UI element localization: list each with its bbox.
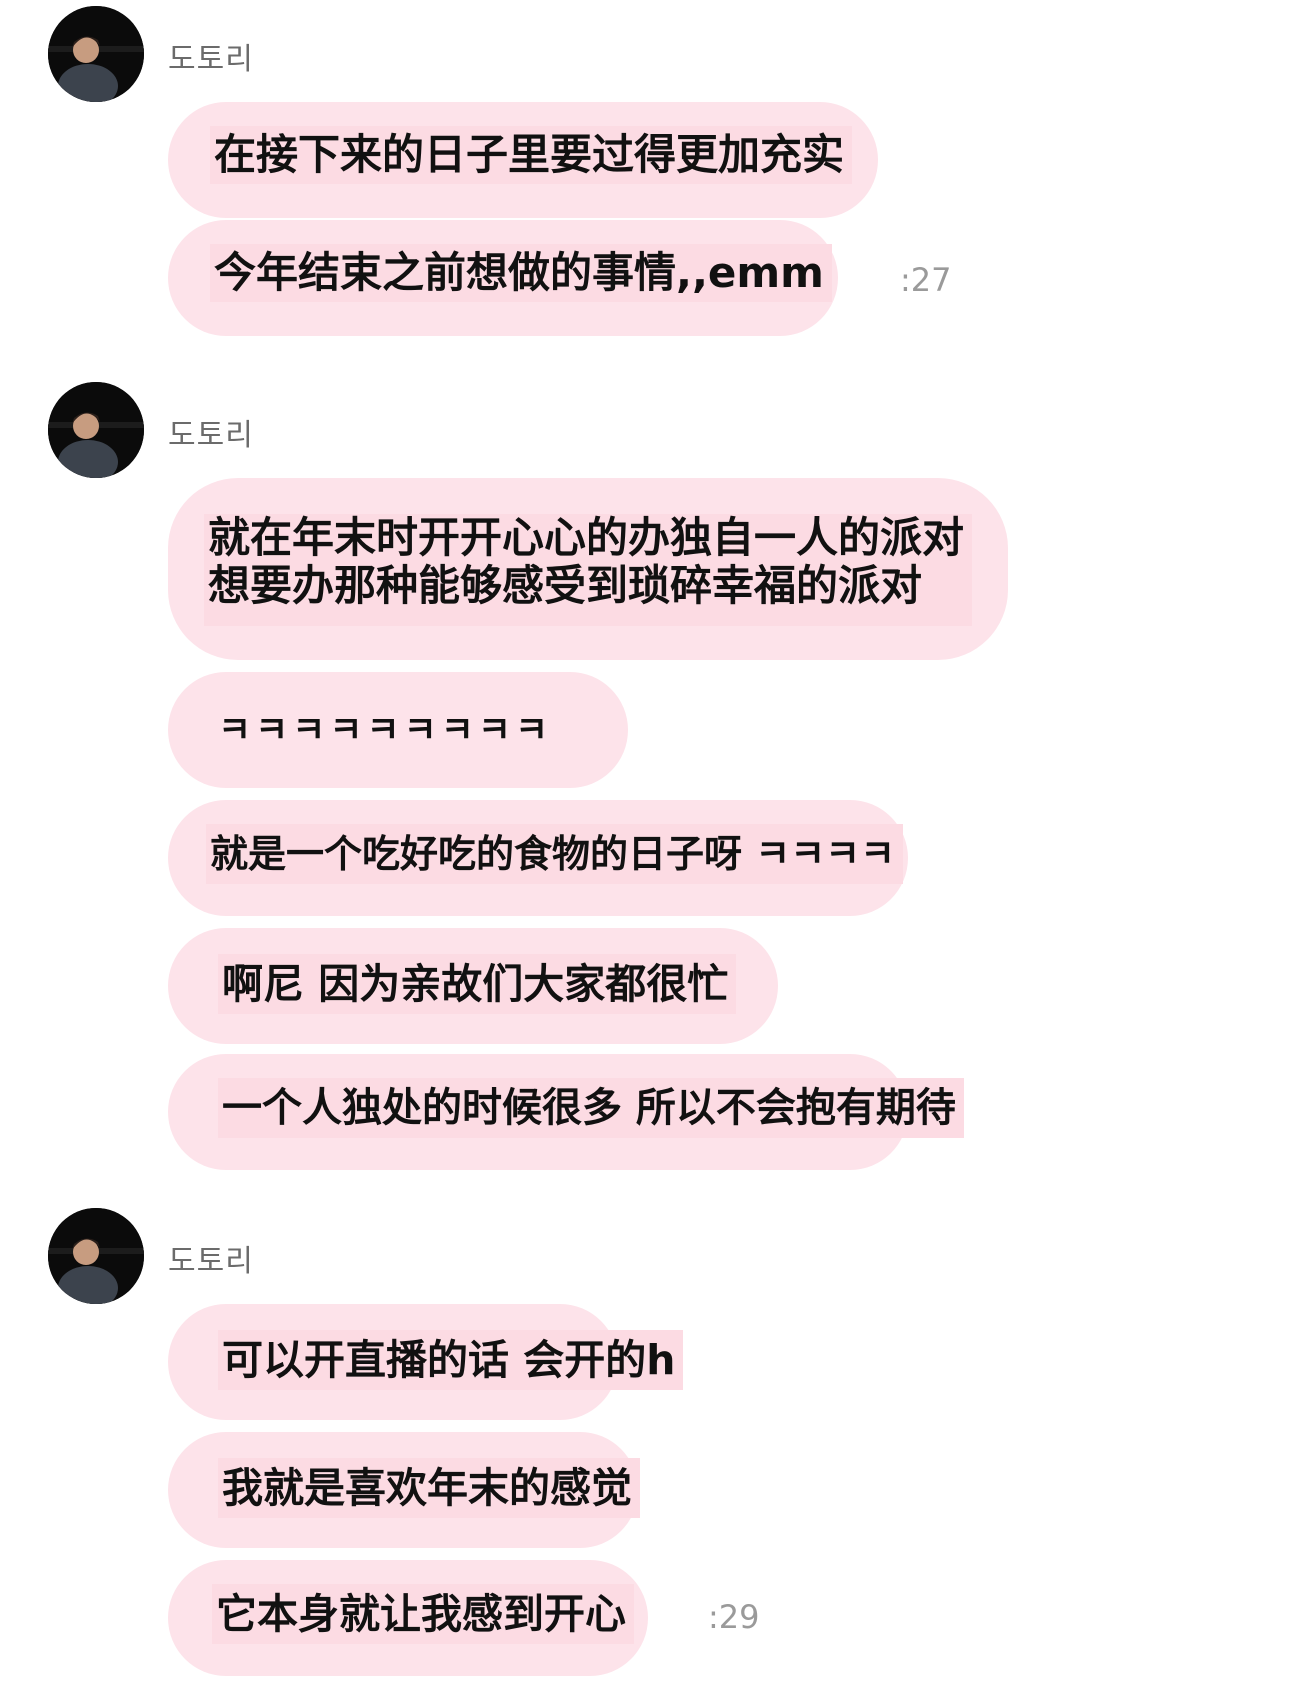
message-text: 可以开直播的话 会开的h <box>218 1330 684 1390</box>
person-icon <box>48 382 144 478</box>
message-line: 就在年末时开开心心的办独自一人的派对 <box>208 513 965 562</box>
message-text: 我就是喜欢年末的感觉 <box>218 1458 640 1518</box>
message-text: 一个人独处的时候很多 所以不会抱有期待 <box>218 1078 964 1138</box>
avatar[interactable] <box>48 382 144 478</box>
sender-name: 도토리 <box>168 42 254 77</box>
message-line: 想要办那种能够感受到琐碎幸福的派对 <box>208 561 923 610</box>
message-text: 在接下来的日子里要过得更加充实 <box>210 126 853 184</box>
message-text: 啊尼 因为亲故们大家都很忙 <box>218 954 737 1014</box>
message-timestamp: :27 <box>900 261 952 299</box>
message-group: 도토리 就在年末时开开心心的办独自一人的派对 想要办那种能够感受到琐碎幸福的派对… <box>0 382 1290 1170</box>
sender-name: 도토리 <box>168 418 254 453</box>
sender-name: 도토리 <box>168 1244 254 1279</box>
person-icon <box>48 1208 144 1304</box>
avatar[interactable] <box>48 6 144 102</box>
message-text: 就是一个吃好吃的食物的日子呀 ㅋㅋㅋㅋ <box>206 824 904 884</box>
message-group: 도토리 在接下来的日子里要过得更加充实 今年结束之前想做的事情,,emm :27 <box>0 6 1290 346</box>
message-text: 今年结束之前想做的事情,,emm <box>210 244 832 302</box>
message-text: 就在年末时开开心心的办独自一人的派对 想要办那种能够感受到琐碎幸福的派对 <box>204 513 973 626</box>
message-text: ㅋㅋㅋㅋㅋㅋㅋㅋㅋ <box>218 710 553 751</box>
avatar[interactable] <box>48 1208 144 1304</box>
message-group: 도토리 可以开直播的话 会开的h 我就是喜欢年末的感觉 它本身就让我感到开心 :… <box>0 1208 1290 1688</box>
message-text: 它本身就让我感到开心 <box>212 1584 634 1644</box>
chat-log: 도토리 在接下来的日子里要过得更加充实 今年结束之前想做的事情,,emm :27… <box>0 0 1290 1703</box>
person-icon <box>48 6 144 102</box>
message-timestamp: :29 <box>708 1598 760 1636</box>
